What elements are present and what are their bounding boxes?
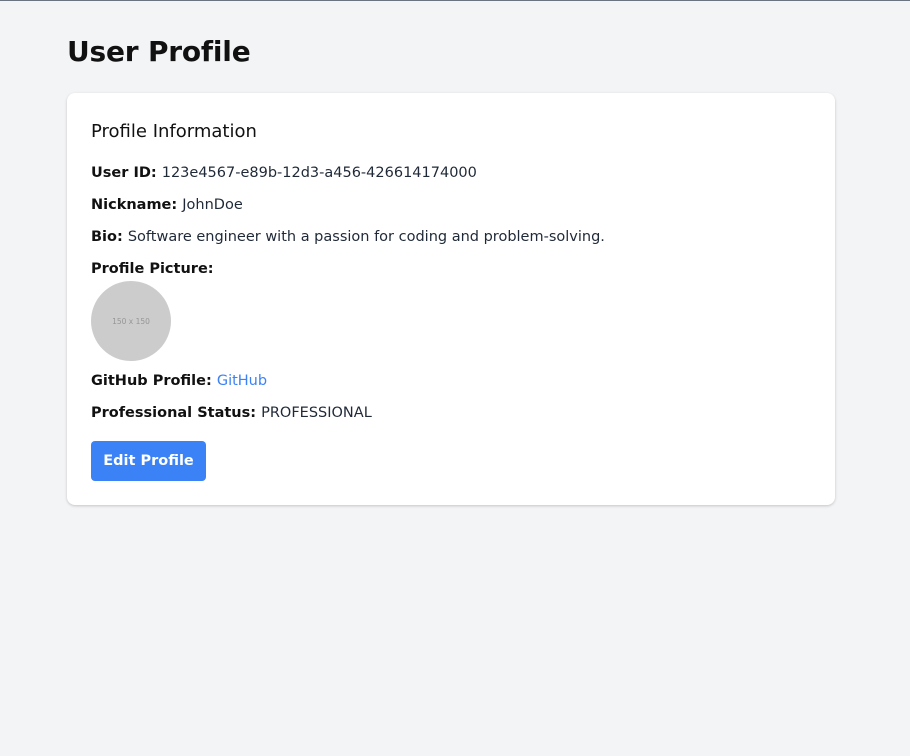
profile-picture-label: Profile Picture:	[91, 261, 214, 277]
nickname-value: JohnDoe	[182, 197, 243, 213]
card-title: Profile Information	[91, 121, 257, 142]
page-title: User Profile	[67, 35, 251, 68]
github-link[interactable]: GitHub	[217, 373, 267, 389]
professional-status-row: Professional Status: PROFESSIONAL	[91, 403, 372, 423]
bio-label: Bio:	[91, 229, 128, 245]
github-label: GitHub Profile:	[91, 373, 217, 389]
profile-card: Profile Information User ID: 123e4567-e8…	[67, 93, 835, 505]
github-row: GitHub Profile: GitHub	[91, 371, 267, 391]
professional-status-label: Professional Status:	[91, 405, 262, 421]
nickname-label: Nickname:	[91, 197, 183, 213]
user-id-row: User ID: 123e4567-e89b-12d3-a456-4266141…	[91, 163, 477, 183]
profile-picture-row: Profile Picture:	[91, 259, 214, 279]
avatar: 150 x 150	[91, 281, 171, 361]
user-id-value: 123e4567-e89b-12d3-a456-426614174000	[161, 165, 477, 181]
bio-row: Bio: Software engineer with a passion fo…	[91, 227, 605, 247]
user-id-label: User ID:	[91, 165, 162, 181]
edit-profile-button[interactable]: Edit Profile	[91, 441, 206, 481]
bio-value: Software engineer with a passion for cod…	[127, 229, 605, 245]
profile-page: User Profile Profile Information User ID…	[0, 1, 910, 756]
avatar-placeholder-text: 150 x 150	[112, 316, 150, 326]
professional-status-value: PROFESSIONAL	[261, 405, 372, 421]
nickname-row: Nickname: JohnDoe	[91, 195, 243, 215]
